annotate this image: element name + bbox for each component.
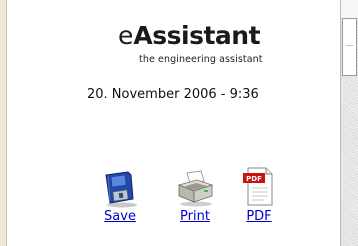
- svg-text:PDF: PDF: [246, 175, 262, 183]
- scrollbar-thumb[interactable]: [342, 18, 357, 76]
- pdf-document-icon[interactable]: PDF: [239, 165, 279, 209]
- print-action[interactable]: Print: [170, 165, 220, 224]
- timestamp: 20. November 2006 - 9:36: [87, 87, 259, 102]
- left-frame-border: [0, 0, 7, 246]
- logo-word: Assistant: [133, 21, 261, 50]
- pdf-action[interactable]: PDF PDF: [234, 165, 284, 224]
- print-link[interactable]: Print: [170, 209, 220, 224]
- vertical-scrollbar[interactable]: [340, 0, 358, 246]
- save-action[interactable]: Save: [95, 165, 145, 224]
- eassistant-logo: eAssistant the engineering assistant: [118, 23, 308, 68]
- save-link[interactable]: Save: [95, 209, 145, 224]
- pdf-link[interactable]: PDF: [234, 209, 284, 224]
- logo-tagline: the engineering assistant: [139, 54, 263, 65]
- content-panel: eAssistant the engineering assistant 20.…: [7, 0, 340, 246]
- printer-icon[interactable]: [175, 165, 215, 209]
- logo-prefix: e: [118, 21, 134, 50]
- scrollbar-top-cap: [341, 0, 358, 18]
- floppy-disk-icon[interactable]: [100, 165, 140, 209]
- logo-wordmark: eAssistant: [118, 21, 261, 50]
